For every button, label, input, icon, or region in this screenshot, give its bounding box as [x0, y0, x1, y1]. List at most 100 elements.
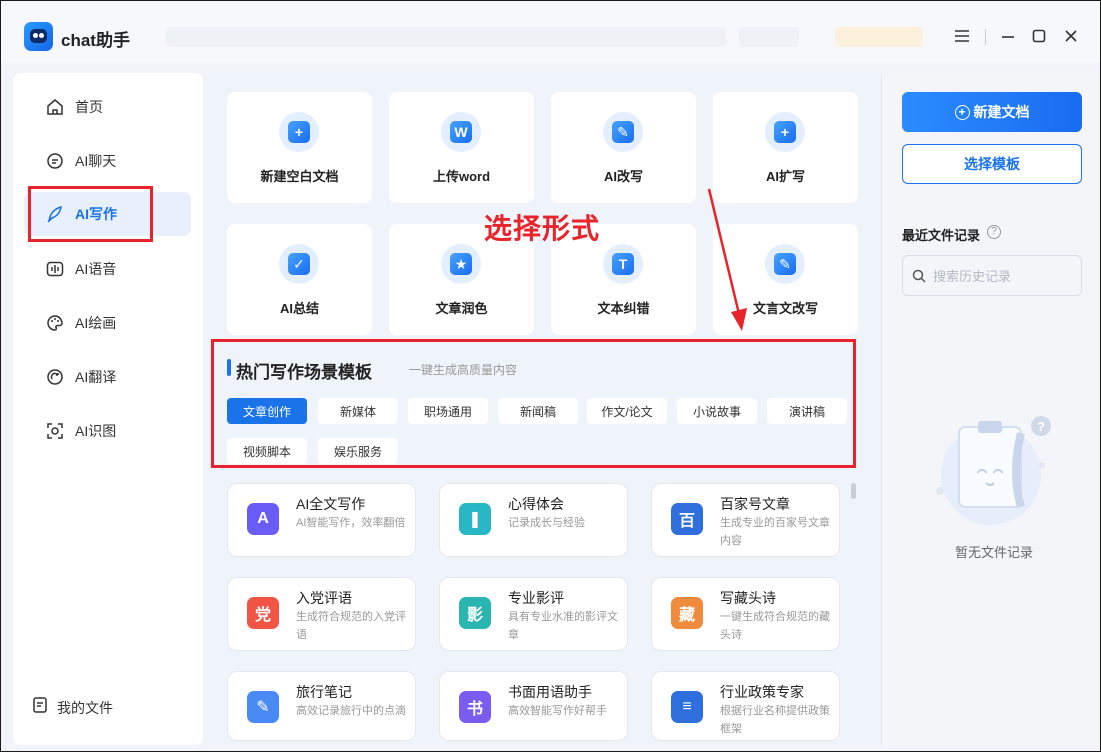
close-icon[interactable] [1060, 25, 1082, 47]
hot-section-title: 热门写作场景模板 [236, 363, 372, 382]
template-card[interactable]: 影 专业影评 具有专业水准的影评文章 [439, 577, 628, 651]
party-comment-icon: 党 [247, 597, 279, 629]
hot-section-subtitle: 一键生成高质量内容 [409, 363, 518, 377]
template-card[interactable]: 书 书面用语助手 高效智能写作好帮手 [439, 671, 628, 741]
classical-rewrite-icon: ✎ [765, 244, 805, 284]
sidebar-item-label: AI绘画 [75, 315, 117, 331]
text-correct-icon: T [603, 244, 643, 284]
sidebar-item-label: AI语音 [75, 261, 117, 277]
recent-files-title: 最近文件记录 [902, 228, 981, 243]
new-document-label: 新建文档 [973, 104, 1030, 120]
template-card[interactable]: 百 百家号文章 生成专业的百家号文章内容 [651, 483, 840, 557]
template-card[interactable]: 党 入党评语 生成符合规范的入党评语 [227, 577, 416, 651]
scan-image-icon [45, 421, 65, 441]
template-desc: AI智能写作，效率翻倍 [296, 517, 406, 529]
sidebar-item-ai-translate[interactable]: AI翻译 [24, 355, 191, 399]
template-desc: 高效智能写作好帮手 [508, 705, 607, 717]
search-icon [912, 269, 926, 288]
tool-card-label: AI改写 [603, 169, 643, 184]
tool-card-label: 新建空白文档 [260, 169, 339, 184]
title-bar: chat助手 [1, 1, 1100, 63]
scrollbar-thumb[interactable] [851, 483, 856, 499]
app-title: chat助手 [61, 31, 130, 50]
title-bar-blurred-item [739, 27, 799, 47]
policy-doc-icon: ≡ [671, 691, 703, 723]
sidebar-item-ai-voice[interactable]: AI语音 [24, 247, 191, 291]
title-bar-blurred-badge [835, 27, 923, 47]
chip-new-media[interactable]: 新媒体 [318, 398, 398, 424]
tool-card-ai-summary[interactable]: ✓ AI总结 [227, 224, 372, 335]
chip-workplace[interactable]: 职场通用 [408, 398, 488, 424]
sidebar-item-label: AI识图 [75, 423, 117, 439]
template-desc: 记录成长与经验 [508, 517, 585, 529]
template-card[interactable]: ❚ 心得体会 记录成长与经验 [439, 483, 628, 557]
minimize-icon[interactable] [997, 25, 1019, 47]
template-title: 旅行笔记 [296, 684, 352, 700]
acrostic-poem-icon: 藏 [671, 597, 703, 629]
baijia-icon: 百 [671, 503, 703, 535]
file-icon [31, 696, 49, 719]
word-upload-icon: W [441, 112, 481, 152]
pen-rewrite-icon: ✎ [603, 112, 643, 152]
highlight-box-sidebar [28, 186, 153, 242]
my-files-label: 我的文件 [57, 699, 113, 716]
chip-press-release[interactable]: 新闻稿 [498, 398, 578, 424]
sidebar-item-ai-image-recognition[interactable]: AI识图 [24, 409, 191, 453]
notebook-icon: ❚ [459, 503, 491, 535]
history-search-input[interactable] [933, 266, 1073, 286]
tool-card-label: AI扩写 [765, 169, 805, 184]
sidebar-item-label: AI聊天 [75, 153, 117, 169]
help-icon[interactable]: ? [987, 225, 1001, 239]
title-bar-divider [985, 29, 986, 45]
tool-card-label: 上传word [432, 169, 491, 184]
template-card[interactable]: A AI全文写作 AI智能写作，效率翻倍 [227, 483, 416, 557]
maximize-icon[interactable] [1028, 25, 1050, 47]
annotation-arrow-icon [707, 188, 747, 331]
tool-card-new-blank-doc[interactable]: + 新建空白文档 [227, 92, 372, 203]
sidebar-item-ai-chat[interactable]: AI聊天 [24, 139, 191, 183]
chip-essay-paper[interactable]: 作文/论文 [587, 398, 667, 424]
template-desc: 高效记录旅行中的点滴 [296, 705, 406, 717]
choose-template-button[interactable]: 选择模板 [902, 144, 1082, 184]
sidebar-item-label: 首页 [75, 99, 103, 115]
translate-icon [45, 367, 65, 387]
template-card[interactable]: ✎ 旅行笔记 高效记录旅行中的点滴 [227, 671, 416, 741]
template-title: 行业政策专家 [720, 684, 804, 700]
chip-video-script[interactable]: 视频脚本 [227, 438, 307, 464]
tool-card-upload-word[interactable]: W 上传word [389, 92, 534, 203]
written-language-icon: 书 [459, 691, 491, 723]
sidebar-item-ai-painting[interactable]: AI绘画 [24, 301, 191, 345]
template-title: 百家号文章 [720, 496, 790, 512]
my-files-button[interactable]: 我的文件 [31, 696, 113, 719]
template-title: 书面用语助手 [508, 684, 592, 700]
template-desc: 生成符合规范的入党评语 [296, 611, 406, 641]
template-card[interactable]: ≡ 行业政策专家 根据行业名称提供政策框架 [651, 671, 840, 741]
add-document-icon: + [279, 112, 319, 152]
template-title: 专业影评 [508, 590, 564, 606]
chat-icon [45, 151, 65, 171]
ai-fulltext-icon: A [247, 503, 279, 535]
new-document-button[interactable]: + 新建文档 [902, 92, 1082, 132]
template-desc: 根据行业名称提供政策框架 [720, 705, 830, 735]
tool-card-ai-rewrite[interactable]: ✎ AI改写 [551, 92, 696, 203]
summary-check-icon: ✓ [279, 244, 319, 284]
title-bar-blurred-area [166, 27, 726, 47]
history-search-box[interactable] [902, 255, 1082, 296]
menu-icon[interactable] [951, 25, 973, 47]
film-review-icon: 影 [459, 597, 491, 629]
template-title: AI全文写作 [296, 496, 366, 512]
template-title: 心得体会 [508, 496, 564, 512]
sidebar-item-home[interactable]: 首页 [24, 85, 191, 129]
app-logo-icon [24, 22, 53, 51]
section-accent-bar [227, 359, 231, 376]
chip-speech[interactable]: 演讲稿 [767, 398, 847, 424]
palette-icon [45, 313, 65, 333]
home-icon [45, 97, 65, 117]
chip-novel-story[interactable]: 小说故事 [677, 398, 757, 424]
plus-circle-icon: + [954, 104, 970, 120]
template-card[interactable]: 藏 写藏头诗 一键生成符合规范的藏头诗 [651, 577, 840, 651]
chip-entertainment[interactable]: 娱乐服务 [318, 438, 398, 464]
chip-article[interactable]: 文章创作 [227, 398, 307, 424]
tool-card-label: AI总结 [279, 301, 319, 316]
template-title: 写藏头诗 [720, 590, 776, 606]
